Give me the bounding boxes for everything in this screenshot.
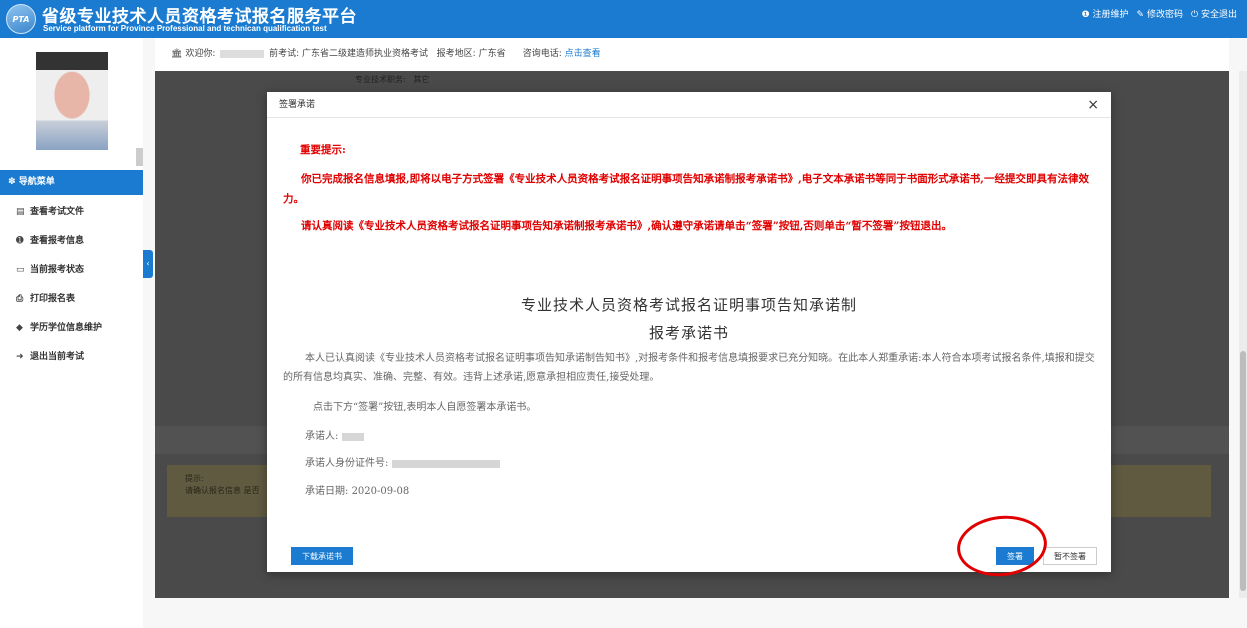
nav-menu-title: 导航菜单 [18, 177, 55, 187]
menu-item-exam-files[interactable]: ▤ 查看考试文件 [0, 198, 143, 227]
scrollbar-thumb[interactable] [1240, 351, 1246, 591]
sign-out-icon: ➜ [16, 352, 24, 362]
home-icon: ✽ [8, 177, 16, 187]
exam-prefix: 前考试: [269, 49, 300, 59]
promise-doc-instruction: 点击下方“签署”按钮,表明本人自愿签署本承诺书。 [313, 402, 537, 413]
promisor-name-redacted [342, 432, 365, 441]
promise-doc-body: 本人已认真阅读《专业技术人员资格考试报名证明事项告知承诺制告知书》,对报考条件和… [283, 353, 1095, 383]
power-icon: ⏻ [1190, 10, 1199, 20]
info-icon: ➊ [16, 236, 24, 246]
id-number-label: 承诺人身份证件号: [305, 458, 389, 469]
menu-item-exam-info[interactable]: ➊ 查看报考信息 [0, 227, 143, 256]
menu-item-print-form[interactable]: ⎙ 打印报名表 [0, 285, 143, 314]
page-scrollbar[interactable] [1239, 71, 1247, 598]
phone-label: 咨询电话: [522, 49, 562, 59]
bank-icon: 🏛 [171, 49, 183, 59]
user-name-redacted [220, 49, 265, 58]
dialog-title: 签署承诺 [279, 100, 316, 110]
info-circle-icon: ❶ [1081, 10, 1090, 20]
safe-logout-link[interactable]: ⏻ 安全退出 [1191, 7, 1237, 20]
id-number-redacted [392, 459, 501, 468]
notice-paragraph-2: 请认真阅读《专业技术人员资格考试报名证明事项告知承诺制报考承诺书》,确认遵守承诺… [301, 220, 952, 232]
top-header: PTA 省级专业技术人员资格考试报名服务平台 Service platform … [0, 0, 1247, 38]
menu-item-degree-info[interactable]: ◆ 学历学位信息维护 [0, 314, 143, 343]
exam-name: 广东省二级建造师执业资格考试 [302, 49, 429, 59]
monitor-icon: ▭ [16, 265, 25, 275]
id-number-row: 承诺人身份证件号: [305, 454, 501, 469]
region-label: 报考地区: [436, 49, 476, 59]
download-promise-button[interactable]: 下载承诺书 [291, 547, 353, 565]
change-password-link[interactable]: ✎ 修改密码 [1137, 7, 1183, 20]
menu-item-exam-status[interactable]: ▭ 当前报考状态 [0, 256, 143, 285]
phone-view-link[interactable]: 点击查看 [565, 49, 601, 59]
edit-icon: ✎ [1136, 10, 1145, 20]
background-field: 专业技术职务: 其它 [355, 75, 430, 84]
decline-sign-button[interactable]: 暂不签署 [1043, 547, 1097, 565]
sidebar-collapse-toggle[interactable]: ‹ [143, 250, 153, 278]
promisor-label: 承诺人: [305, 431, 339, 442]
promise-date-row: 承诺日期: 2020-09-08 [305, 482, 409, 497]
sign-promise-dialog: 签署承诺 × 重要提示: 你已完成报名信息填报,即将以电子方式签署《专业技术人员… [267, 92, 1111, 572]
welcome-label: 欢迎你: [185, 49, 216, 59]
promise-doc-subtitle: 报考承诺书 [648, 324, 729, 342]
sign-button[interactable]: 签署 [996, 547, 1034, 565]
region-value: 广东省 [478, 49, 506, 59]
file-icon: ▤ [16, 207, 25, 217]
close-icon[interactable]: × [1087, 97, 1099, 113]
dialog-header: 签署承诺 [267, 92, 1111, 118]
promise-date-label: 承诺日期: [305, 486, 349, 497]
info-bar: 🏛 欢迎你: 前考试: 广东省二级建造师执业资格考试 报考地区: 广东省 咨询电… [155, 38, 1229, 71]
graduation-cap-icon: ◆ [16, 323, 23, 333]
nav-menu: ▤ 查看考试文件 ➊ 查看报考信息 ▭ 当前报考状态 ⎙ 打印报名表 ◆ 学历学位信息维护… [0, 198, 143, 372]
promisor-row: 承诺人: [305, 427, 365, 442]
promise-date-value: 2020-09-08 [351, 486, 410, 497]
chevron-left-icon: ‹ [146, 259, 150, 268]
pta-logo: PTA [6, 4, 36, 34]
platform-subtitle: Service platform for Province Profession… [43, 24, 327, 33]
sidebar: ✽ 导航菜单 ▤ 查看考试文件 ➊ 查看报考信息 ▭ 当前报考状态 ⎙ 打印报名表 ◆ 学… [0, 38, 144, 628]
notice-title: 重要提示: [300, 144, 346, 156]
nav-menu-header: ✽ 导航菜单 [0, 170, 143, 195]
top-links: ❶ 注册维护 ✎ 修改密码 ⏻ 安全退出 [1082, 7, 1237, 20]
promise-doc-title: 专业技术人员资格考试报名证明事项告知承诺制 [520, 296, 857, 314]
print-icon: ⎙ [16, 294, 24, 304]
avatar [36, 52, 108, 150]
notice-paragraph-1: 你已完成报名信息填报,即将以电子方式签署《专业技术人员资格考试报名证明事项告知承… [283, 173, 1089, 205]
register-maintain-link[interactable]: ❶ 注册维护 [1082, 7, 1129, 20]
menu-item-exit-exam[interactable]: ➜ 退出当前考试 [0, 343, 143, 372]
